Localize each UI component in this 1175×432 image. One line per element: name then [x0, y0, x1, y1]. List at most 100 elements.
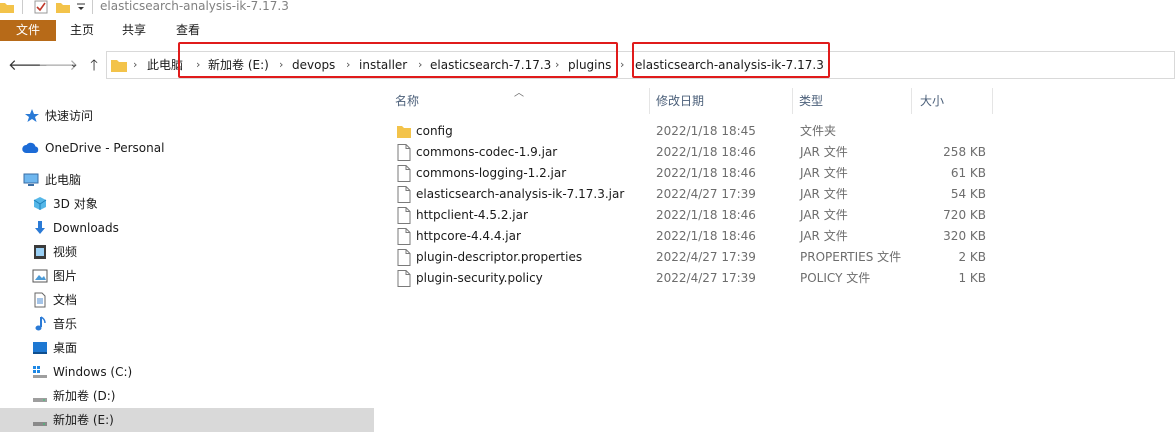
sidebar-item-label: Downloads — [53, 221, 119, 235]
list-item[interactable]: config 2022/1/18 18:45 文件夹 — [385, 121, 1175, 142]
list-item[interactable]: plugin-descriptor.properties 2022/4/27 1… — [385, 247, 1175, 268]
highlight-box-folder — [632, 42, 830, 78]
chevron-right-icon[interactable]: › — [133, 52, 137, 78]
file-type: JAR 文件 — [800, 145, 848, 159]
sidebar-item-desktop[interactable]: 桌面 — [0, 336, 374, 360]
file-type: JAR 文件 — [800, 229, 848, 243]
sidebar-item-label: Windows (C:) — [53, 365, 133, 379]
sidebar-item-music[interactable]: 音乐 — [0, 312, 374, 336]
sidebar-item-label: 文档 — [53, 293, 78, 307]
sort-ascending-icon: ︿ — [514, 88, 524, 99]
forward-button[interactable]: 🡒 — [38, 55, 78, 75]
back-button[interactable]: 🡐 — [8, 55, 48, 75]
file-name: plugin-security.policy — [416, 271, 543, 285]
video-icon — [34, 245, 46, 259]
file-icon — [397, 144, 411, 161]
column-header-type[interactable]: 类型 — [799, 90, 823, 112]
music-icon — [35, 316, 46, 331]
tab-share[interactable]: 共享 — [114, 20, 154, 41]
title-bar: elasticsearch-analysis-ik-7.17.3 — [0, 0, 1175, 18]
file-type: 文件夹 — [800, 124, 837, 138]
file-date: 2022/4/27 17:39 — [656, 187, 756, 201]
sidebar-item-videos[interactable]: 视频 — [0, 240, 374, 264]
window-title: elasticsearch-analysis-ik-7.17.3 — [100, 0, 289, 13]
column-divider[interactable] — [649, 88, 650, 114]
file-type: PROPERTIES 文件 — [800, 250, 902, 264]
column-header-size[interactable]: 大小 — [920, 90, 944, 112]
sidebar-item-label: 视频 — [53, 245, 78, 259]
star-icon — [25, 109, 39, 122]
file-icon — [397, 249, 411, 266]
file-name: httpclient-4.5.2.jar — [416, 208, 528, 222]
file-name: elasticsearch-analysis-ik-7.17.3.jar — [416, 187, 625, 201]
new-folder-icon[interactable] — [56, 0, 70, 14]
file-icon — [397, 165, 411, 182]
tab-view[interactable]: 查看 — [168, 20, 208, 41]
recent-locations-button[interactable]: ⌄ — [64, 55, 84, 75]
file-size: 320 KB — [943, 229, 986, 243]
file-icon — [397, 270, 411, 287]
file-size: 54 KB — [950, 187, 986, 201]
chevron-right-icon[interactable]: › — [620, 52, 624, 78]
sidebar-item-documents[interactable]: 文档 — [0, 288, 374, 312]
file-type: POLICY 文件 — [800, 271, 871, 285]
tab-home[interactable]: 主页 — [62, 20, 102, 41]
file-type: JAR 文件 — [800, 187, 848, 201]
properties-icon[interactable] — [34, 0, 48, 14]
navigation-pane: 快速访问 OneDrive - Personal 此电脑 3D 对象 Downl… — [0, 92, 374, 432]
folder-icon — [397, 126, 411, 138]
sidebar-item-label: 新加卷 (D:) — [53, 389, 116, 403]
drive-icon — [33, 366, 47, 378]
list-item[interactable]: elasticsearch-analysis-ik-7.17.3.jar 202… — [385, 184, 1175, 205]
up-button[interactable]: 🡑 — [84, 55, 104, 75]
file-name: plugin-descriptor.properties — [416, 250, 583, 264]
folder-icon — [0, 3, 14, 13]
sidebar-item-pictures[interactable]: 图片 — [0, 264, 374, 288]
list-item[interactable]: commons-codec-1.9.jar 2022/1/18 18:46 JA… — [385, 142, 1175, 163]
file-name: commons-codec-1.9.jar — [416, 145, 558, 159]
file-date: 2022/1/18 18:46 — [656, 145, 756, 159]
sidebar-item-quick-access[interactable]: 快速访问 — [0, 104, 374, 128]
column-divider[interactable] — [792, 88, 793, 114]
sidebar-item-drive-e[interactable]: 新加卷 (E:) — [0, 408, 374, 432]
file-date: 2022/1/18 18:45 — [656, 124, 756, 138]
sidebar-item-drive-d[interactable]: 新加卷 (D:) — [0, 384, 374, 408]
column-header-name[interactable]: 名称 — [395, 90, 419, 112]
sidebar-item-onedrive[interactable]: OneDrive - Personal — [0, 136, 374, 160]
sidebar-item-this-pc[interactable]: 此电脑 — [0, 168, 374, 192]
pc-icon — [23, 173, 39, 186]
column-header-date[interactable]: 修改日期 — [656, 90, 704, 112]
column-divider[interactable] — [911, 88, 912, 114]
file-list: ︿ 名称 修改日期 类型 大小 config 2022/1/18 18:45 文… — [385, 84, 1175, 430]
sidebar-item-drive-c[interactable]: Windows (C:) — [0, 360, 374, 384]
list-item[interactable]: httpclient-4.5.2.jar 2022/1/18 18:46 JAR… — [385, 205, 1175, 226]
sidebar-item-downloads[interactable]: Downloads — [0, 216, 374, 240]
file-date: 2022/1/18 18:46 — [656, 229, 756, 243]
file-icon — [397, 186, 411, 203]
file-type: JAR 文件 — [800, 166, 848, 180]
list-item[interactable]: commons-logging-1.2.jar 2022/1/18 18:46 … — [385, 163, 1175, 184]
customize-toolbar-icon[interactable] — [76, 0, 86, 14]
file-date: 2022/1/18 18:46 — [656, 208, 756, 222]
ribbon: 文件 主页 共享 查看 — [0, 20, 1175, 42]
column-divider[interactable] — [992, 88, 993, 114]
sidebar-item-label: 快速访问 — [45, 109, 94, 123]
file-size: 258 KB — [943, 145, 986, 159]
tab-file[interactable]: 文件 — [0, 20, 56, 41]
file-type: JAR 文件 — [800, 208, 848, 222]
cloud-icon — [22, 142, 39, 153]
cube-icon — [33, 197, 47, 210]
list-item[interactable]: httpcore-4.4.4.jar 2022/1/18 18:46 JAR 文… — [385, 226, 1175, 247]
navigation-bar: 🡐 🡒 ⌄ 🡑 › 此电脑 › 新加卷 (E:) › devops › inst… — [0, 42, 1175, 84]
download-icon — [35, 221, 45, 234]
drive-icon — [33, 422, 47, 426]
list-item[interactable]: plugin-security.policy 2022/4/27 17:39 P… — [385, 268, 1175, 289]
file-size: 61 KB — [950, 166, 986, 180]
sidebar-item-label: 图片 — [53, 269, 78, 283]
document-icon — [34, 292, 46, 308]
file-name: config — [416, 124, 453, 138]
sidebar-item-3d-objects[interactable]: 3D 对象 — [0, 192, 374, 216]
file-size: 2 KB — [958, 250, 986, 264]
drive-icon — [33, 398, 47, 402]
file-date: 2022/4/27 17:39 — [656, 271, 756, 285]
